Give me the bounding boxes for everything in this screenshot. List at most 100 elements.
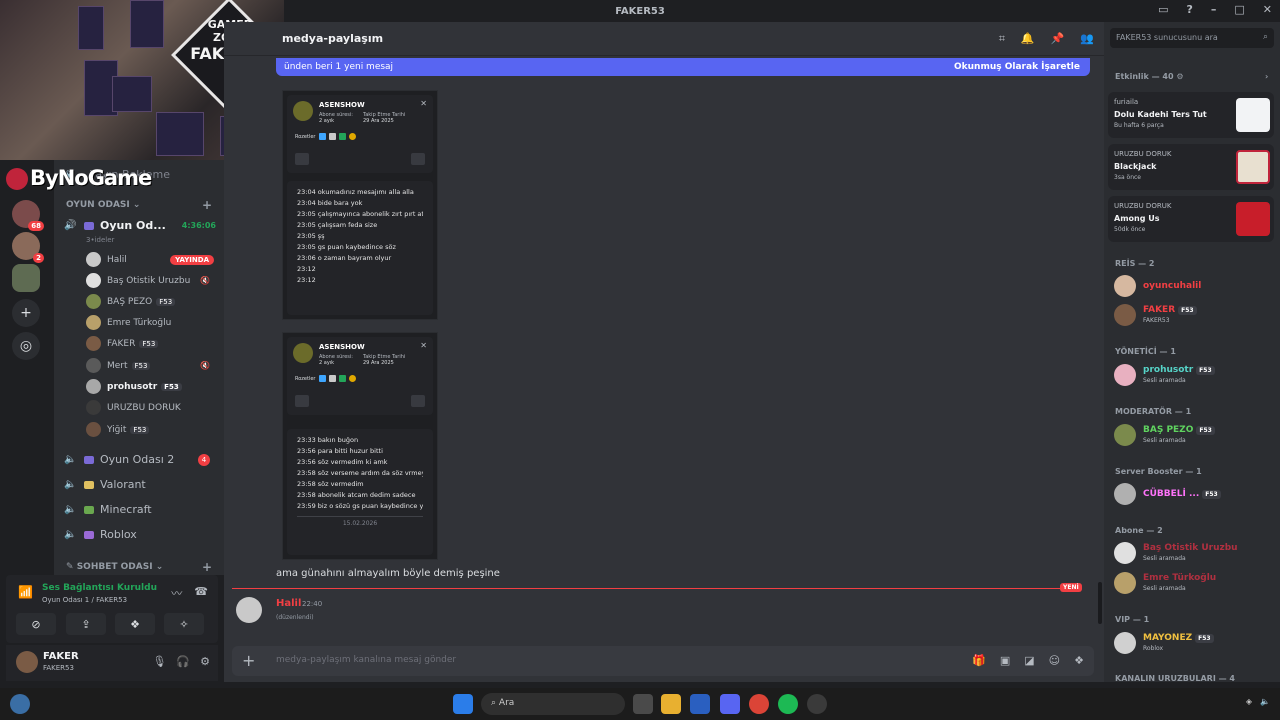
app-icon[interactable] [807,694,827,714]
store-icon[interactable] [690,694,710,714]
category-sohbet-odasi[interactable]: ✎ SOHBET ODASI ⌄ + [66,560,212,574]
apps-icon[interactable]: ❖ [1074,654,1084,667]
member-item[interactable]: FAKER F53 FAKER53 [1112,302,1274,328]
disconnect-icon[interactable]: ☎ [194,585,208,601]
add-channel-icon[interactable]: + [202,198,212,212]
discover-icon[interactable]: ◎ [12,332,40,360]
network-icon[interactable]: ◈ [1246,697,1252,706]
chat-log: 23:04 okumadınız mesajımı alla alla 23:0… [287,181,433,315]
task-view-icon[interactable] [633,694,653,714]
activity-card[interactable]: furiaila Dolu Kadehi Ters Tut Bu hafta 6… [1108,92,1274,138]
volume-icon[interactable]: 🔈 [1260,697,1270,706]
voice-user[interactable]: Emre Türkoğlu [86,315,214,330]
channel-valorant[interactable]: 🔈 Valorant [64,478,214,491]
member-item[interactable]: oyuncuhalil [1112,273,1274,299]
microphone-icon[interactable]: 🎙 [152,655,166,668]
composer-placeholder[interactable]: medya-paylaşım kanalına mesaj gönder [276,655,456,665]
members-icon[interactable]: 👥 [1080,32,1094,46]
server-badge: 2 [33,253,44,263]
log-line: 23:56 para bitti huzur bitti [297,447,383,455]
message-composer[interactable]: + medya-paylaşım kanalına mesaj gönder 🎁… [232,646,1094,676]
voice-user[interactable]: prohusotr F53 [86,379,214,394]
minimize-button[interactable]: – [1211,3,1217,16]
voice-user[interactable]: Yiğit F53 [86,422,214,437]
activity-card[interactable]: URUZBU DORUK Among Us 50dk önce [1108,196,1274,242]
channel-roblox[interactable]: 🔈 Roblox [64,528,214,541]
voice-user[interactable]: Mert F53 🔇 [86,358,214,373]
blackjack-icon [1236,150,1270,184]
server-icon[interactable]: 2 [12,232,44,263]
channel-sub: 3•ideler [86,236,214,244]
bell-icon[interactable]: 🔔 [1021,32,1035,46]
emoji-icon[interactable]: ☺ [1049,654,1060,667]
chrome-icon[interactable] [749,694,769,714]
server-icon[interactable] [12,264,40,292]
member-item[interactable]: BAŞ PEZO F53 Sesli aramada [1112,422,1274,448]
camera-button[interactable]: ⊘ [16,613,56,635]
log-line: 23:12 [297,276,316,284]
channel-minecraft[interactable]: 🔈 Minecraft [64,503,214,516]
activity-card[interactable]: URUZBU DORUK Blackjack 3sa önce [1108,144,1274,190]
activities-button[interactable]: ❖ [115,613,155,635]
role-group-label: KANALIN URUZBULARI — 4 [1115,674,1235,683]
sticker-icon[interactable]: ◪ [1024,654,1034,667]
avatar[interactable] [16,651,38,673]
message-author[interactable]: Halil [276,598,301,609]
user-panel: FAKER FAKER53 🎙 🎧 ⚙ [6,645,218,681]
voice-user[interactable]: FAKER F53 [86,336,214,351]
gear-icon[interactable]: ⚙ [200,655,210,668]
mark-as-read-button[interactable]: Okunmuş Olarak İşaretle [954,62,1080,72]
category-oyun-odasi[interactable]: OYUN ODASI ⌄ + [66,198,212,212]
search-input[interactable]: FAKER53 sunucusunu ara ⌕ [1110,28,1274,48]
member-item[interactable]: Emre Türkoğlu Sesli aramada [1112,570,1274,596]
maximize-button[interactable]: □ [1234,3,1244,16]
scrollbar[interactable] [1098,582,1102,624]
activity-header-label: Etkinlik — 40 [1115,72,1174,81]
channel-oyun-odasi-2[interactable]: 🔈 Oyun Odası 2 4 [64,453,214,466]
spotify-icon[interactable] [778,694,798,714]
message-text: ama günahını almayalım böyle demiş peşin… [276,568,500,579]
new-messages-bar[interactable]: ünden beri 1 yeni mesaj Okunmuş Olarak İ… [276,58,1090,76]
start-icon[interactable] [453,694,473,714]
plus-icon[interactable]: + [242,651,255,670]
taskbar-search[interactable]: ⌕ Ara [481,693,625,715]
member-item[interactable]: CÜBBELİ ... F53 [1112,481,1274,507]
member-item[interactable]: prohusotr F53 Sesli aramada [1112,362,1274,388]
discord-icon[interactable] [720,694,740,714]
headphones-icon[interactable]: 🎧 [176,655,190,668]
role-group-label: YÖNETİCİ — 1 [1115,347,1176,356]
activity-sub: 3sa önce [1114,174,1141,181]
channel-oyun-odasi-1[interactable]: 🔊 Oyun Od... 4:36:06 [64,219,216,232]
add-channel-icon[interactable]: + [202,560,212,574]
member-item[interactable]: Baş Otistik Uruzbu Sesli aramada [1112,540,1274,566]
attached-screenshot[interactable]: ASENSHOW ✕ Abone süresi: 2 ayık Takip Et… [282,90,438,320]
close-button[interactable]: ✕ [1263,3,1272,16]
voice-user[interactable]: Halil YAYINDA [86,252,214,267]
member-item[interactable]: MAYONEZ F53 Roblox [1112,630,1274,656]
help-icon[interactable]: ? [1186,3,1192,16]
soundboard-button[interactable]: ✧ [164,613,204,635]
add-server-icon[interactable]: + [12,299,40,327]
file-explorer-icon[interactable] [661,694,681,714]
weather-icon[interactable] [10,694,30,714]
log-line: 23:59 biz o sözü gs puan kaybedince yapı… [297,502,423,510]
voice-user[interactable]: URUZBU DORUK [86,400,214,415]
avatar[interactable] [236,597,262,623]
inbox-icon[interactable]: ▭ [1158,3,1168,16]
voice-user[interactable]: BAŞ PEZO F53 [86,294,214,309]
voice-user[interactable]: Baş Otistik Uruzbu 🔇 [86,273,214,288]
channel-sub-text: 3•ideler [86,236,115,244]
voice-connection-panel: 📶 Ses Bağlantısı Kuruldu Oyun Odası 1 / … [6,575,218,643]
member-name: oyuncuhalil [1143,281,1202,291]
threads-icon[interactable]: ⌗ [999,32,1005,46]
activity-header[interactable]: Etkinlik — 40 ⚙ › [1115,72,1268,81]
voice-channel-path[interactable]: Oyun Odası 1 / FAKER53 [42,596,127,604]
soundwave-icon[interactable]: 〰 [171,585,182,601]
screen-share-button[interactable]: ⇪ [66,613,106,635]
gif-icon[interactable]: ▣ [1000,654,1010,667]
gift-icon[interactable]: 🎁 [972,654,986,667]
server-icon[interactable]: 68 [12,200,44,231]
pin-icon[interactable]: 📌 [1051,32,1065,46]
attached-screenshot[interactable]: ASENSHOW ✕ Abone süresi: 2 ayık Takip Et… [282,332,438,560]
system-tray[interactable]: ◈ 🔈 [1246,697,1270,706]
